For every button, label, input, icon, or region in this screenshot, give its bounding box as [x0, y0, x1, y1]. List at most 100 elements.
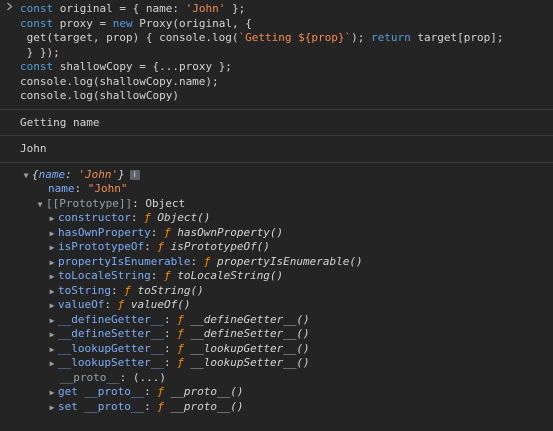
code-string: 'John' [185, 2, 226, 15]
function-marker: ƒ [124, 283, 131, 297]
property-key: propertyIsEnumerable [58, 254, 191, 268]
prototype-value: Object [145, 196, 186, 210]
property-key: toString [58, 283, 111, 297]
code-line-2: const proxy = new Proxy(original, { [0, 17, 553, 32]
property-colon: : [144, 240, 158, 253]
code-text: proxy = [53, 16, 113, 30]
property-colon: : [110, 283, 125, 297]
code-text: ); [351, 31, 372, 44]
collapse-triangle-icon[interactable]: ▶ [46, 256, 58, 271]
setter-node[interactable]: ▶ set __proto__: ƒ __proto__() [0, 400, 553, 415]
collapse-triangle-icon[interactable]: ▶ [46, 212, 58, 227]
prototype-node[interactable]: ▼ [[Prototype]]: Object [0, 197, 553, 212]
accessor-prefix: get [58, 385, 78, 398]
log-text: John [20, 142, 47, 155]
property-key: __defineGetter__ [58, 312, 164, 326]
prototype-member[interactable]: ▶ __lookupSetter__: ƒ __lookupSetter__() [0, 356, 553, 371]
function-name: __proto__() [170, 385, 244, 398]
collapse-triangle-icon[interactable]: ▶ [46, 386, 58, 401]
collapse-triangle-icon[interactable]: ▶ [46, 299, 58, 314]
code-text: } }); [20, 45, 60, 59]
object-preview[interactable]: ▼ {name: 'John'} i [0, 168, 553, 183]
property-key: toLocaleString [58, 269, 151, 282]
devtools-console: const original = { name: 'John' }; const… [0, 0, 553, 431]
function-marker: ƒ [157, 240, 164, 253]
prototype-label: [[Prototype]] [46, 196, 133, 210]
property-key: __defineSetter__ [58, 327, 164, 340]
property-colon: : [144, 399, 158, 413]
collapse-triangle-icon[interactable]: ▶ [46, 328, 58, 343]
property-colon: : [163, 341, 178, 355]
code-text: get(target, prop) { console.log( [20, 31, 239, 44]
property-value[interactable]: (...) [133, 371, 166, 384]
prototype-member[interactable]: ▶ toString: ƒ toString() [0, 284, 553, 299]
code-line-5: const shallowCopy = {...proxy }; [0, 60, 553, 75]
getter-node[interactable]: ▶ get __proto__: ƒ __proto__() [0, 385, 553, 400]
code-text: console.log(shallowCopy) [20, 89, 179, 102]
code-keyword: new [112, 16, 133, 30]
prototype-member[interactable]: ▶ constructor: ƒ Object() [0, 211, 553, 226]
code-text: console.log(shallowCopy.name); [20, 74, 219, 88]
prototype-member[interactable]: ▶ __lookupGetter__: ƒ __lookupGetter__() [0, 342, 553, 357]
preview-value: 'John' [78, 167, 119, 181]
function-marker: ƒ [163, 269, 171, 282]
property-colon: : [132, 196, 146, 210]
code-line-7: console.log(shallowCopy) [0, 89, 553, 104]
proto-accessor[interactable]: __proto__: (...) [0, 371, 553, 386]
function-name: __defineSetter__() [190, 327, 310, 340]
prototype-member[interactable]: ▶ hasOwnProperty: ƒ hasOwnProperty() [0, 226, 553, 241]
code-line-4: } }); [0, 46, 553, 61]
function-name: toLocaleString() [177, 269, 284, 282]
property-key: constructor [58, 211, 131, 224]
info-icon[interactable]: i [129, 169, 140, 180]
property-colon: : [74, 182, 88, 195]
function-marker: ƒ [163, 225, 171, 239]
function-name: valueOf() [130, 298, 191, 311]
collapse-triangle-icon[interactable]: ▶ [46, 241, 58, 256]
accessor-prefix: set [58, 399, 78, 413]
collapse-triangle-icon[interactable]: ▶ [46, 285, 58, 300]
code-line-3: get(target, prop) { console.log(`Getting… [0, 31, 553, 46]
property-colon: : [144, 385, 158, 398]
property-colon: : [150, 269, 164, 282]
property-colon: : [130, 211, 145, 224]
function-marker: ƒ [177, 312, 184, 326]
function-marker: ƒ [157, 399, 164, 413]
code-text: target[prop]; [410, 31, 504, 44]
property-colon: : [163, 312, 178, 326]
property-colon: : [150, 225, 164, 239]
collapse-triangle-icon[interactable]: ▶ [46, 270, 58, 285]
prototype-member[interactable]: ▶ __defineGetter__: ƒ __defineGetter__() [0, 313, 553, 328]
property-key: __proto__ [84, 385, 145, 398]
preview-brace: { [32, 167, 39, 181]
prototype-member[interactable]: ▶ valueOf: ƒ valueOf() [0, 298, 553, 313]
collapse-triangle-icon[interactable]: ▶ [46, 357, 58, 372]
function-name: hasOwnProperty() [177, 225, 284, 239]
prototype-member[interactable]: ▶ __defineSetter__: ƒ __defineSetter__() [0, 327, 553, 342]
code-line-1: const original = { name: 'John' }; [0, 2, 553, 17]
function-marker: ƒ [177, 356, 184, 369]
property-colon: : [119, 370, 133, 384]
prototype-member[interactable]: ▶ propertyIsEnumerable: ƒ propertyIsEnume… [0, 255, 553, 270]
code-keyword: const [20, 2, 54, 15]
expand-triangle-icon[interactable]: ▼ [20, 169, 32, 184]
property-colon: : [163, 327, 178, 340]
expand-triangle-icon[interactable]: ▼ [34, 198, 46, 213]
code-text: }; [225, 2, 246, 15]
property-key: isPrototypeOf [58, 240, 145, 253]
function-name: __proto__() [170, 399, 244, 413]
function-marker: ƒ [157, 385, 164, 398]
collapse-triangle-icon[interactable]: ▶ [46, 227, 58, 242]
property-value: "John" [87, 182, 128, 195]
code-keyword: const [20, 60, 54, 73]
collapse-triangle-icon[interactable]: ▶ [46, 401, 58, 416]
collapse-triangle-icon[interactable]: ▶ [46, 343, 58, 358]
prototype-member[interactable]: ▶ isPrototypeOf: ƒ isPrototypeOf() [0, 240, 553, 255]
collapse-triangle-icon[interactable]: ▶ [46, 314, 58, 329]
property-colon: : [104, 298, 118, 311]
code-string: `Getting ${prop}` [238, 31, 352, 44]
prototype-member[interactable]: ▶ toLocaleString: ƒ toLocaleString() [0, 269, 553, 284]
